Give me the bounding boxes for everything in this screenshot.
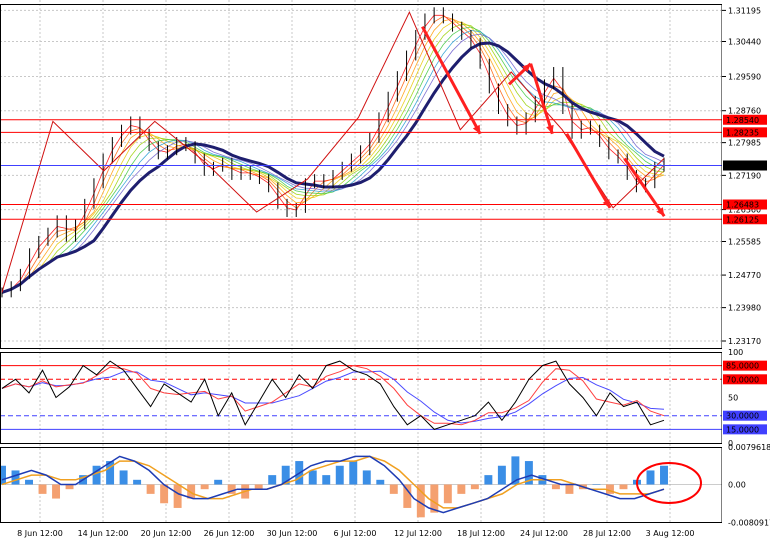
x-tick-label: 28 Jul 12:00 [583, 529, 631, 538]
x-tick-label: 3 Aug 12:00 [646, 529, 695, 538]
osma-bar [119, 470, 128, 485]
x-tick-label: 24 Jul 12:00 [520, 529, 568, 538]
osma-bar [173, 484, 182, 508]
level-label: 1.26125 [726, 215, 759, 224]
x-tick-label: 8 Jun 12:00 [17, 529, 63, 538]
osma-bar [403, 484, 412, 508]
stoch-tick-label: 50 [728, 394, 738, 403]
stoch-level-label: 85.0000 [726, 362, 759, 371]
price-tick-label: 1.24770 [728, 271, 761, 280]
macd-tick-label: 0.0079618 [728, 443, 770, 452]
x-tick-label: 6 Jul 12:00 [334, 529, 377, 538]
osma-bar [619, 484, 628, 490]
osma-bar [551, 484, 560, 490]
stoch-level-label: 70.0000 [726, 375, 759, 384]
osma-bar [389, 484, 398, 494]
osma-bar [38, 484, 47, 494]
price-tick-label: 1.27190 [728, 171, 761, 180]
osma-bar [443, 484, 452, 504]
osma-bar [214, 479, 223, 485]
macd-tick-label: 0.00 [728, 481, 746, 490]
osma-bar [470, 484, 479, 490]
level-label: 1.28235 [726, 128, 759, 137]
osma-bar [376, 479, 385, 485]
macd-tick-label: -0.0080917 [728, 518, 770, 527]
osma-bar [200, 484, 209, 490]
x-tick-label: 18 Jul 12:00 [457, 529, 505, 538]
osma-bar [565, 484, 574, 494]
osma-bar [133, 479, 142, 485]
x-tick-label: 12 Jul 12:00 [394, 529, 442, 538]
osma-bar [268, 475, 277, 485]
x-tick-label: 30 Jun 12:00 [267, 529, 318, 538]
stoch-level-label: 15.0000 [726, 425, 759, 434]
price-tick-label: 1.23170 [728, 337, 761, 346]
x-tick-label: 20 Jun 12:00 [141, 529, 192, 538]
price-tick-label: 1.27985 [728, 139, 761, 148]
level-label: 1.27430 [726, 161, 759, 170]
osma-bar [349, 461, 358, 485]
osma-bar [592, 484, 601, 485]
level-label: 1.26483 [726, 201, 759, 210]
osma-bar [322, 475, 331, 485]
price-tick-label: 1.31195 [728, 6, 761, 15]
osma-bar [335, 465, 344, 485]
osma-bar [146, 484, 155, 494]
osma-bar [25, 479, 33, 485]
forex-chart: 8 Jun 12:00 14 Jun 12:00 20 Jun 12:00 26 Ju… [0, 0, 770, 543]
osma-bar [362, 470, 371, 485]
osma-bar [646, 470, 655, 485]
price-tick-label: 1.30440 [728, 37, 761, 46]
x-tick-label: 14 Jun 12:00 [78, 529, 129, 538]
osma-bar [52, 484, 61, 499]
osma-bar [11, 470, 20, 485]
level-label: 1.28540 [726, 116, 759, 125]
price-tick-label: 1.28760 [728, 107, 761, 116]
stoch-tick-label: 100 [728, 348, 743, 357]
stoch-level-label: 30.0000 [726, 412, 759, 421]
price-tick-label: 1.29590 [728, 73, 761, 82]
x-tick-label: 26 Jun 12:00 [204, 529, 255, 538]
osma-bar [457, 484, 466, 494]
osma-bar [308, 470, 317, 485]
price-tick-label: 1.23980 [728, 304, 761, 313]
osma-bar [497, 465, 506, 485]
osma-bar [660, 465, 668, 485]
price-tick-label: 1.25585 [728, 238, 761, 247]
osma-bar [484, 475, 493, 485]
